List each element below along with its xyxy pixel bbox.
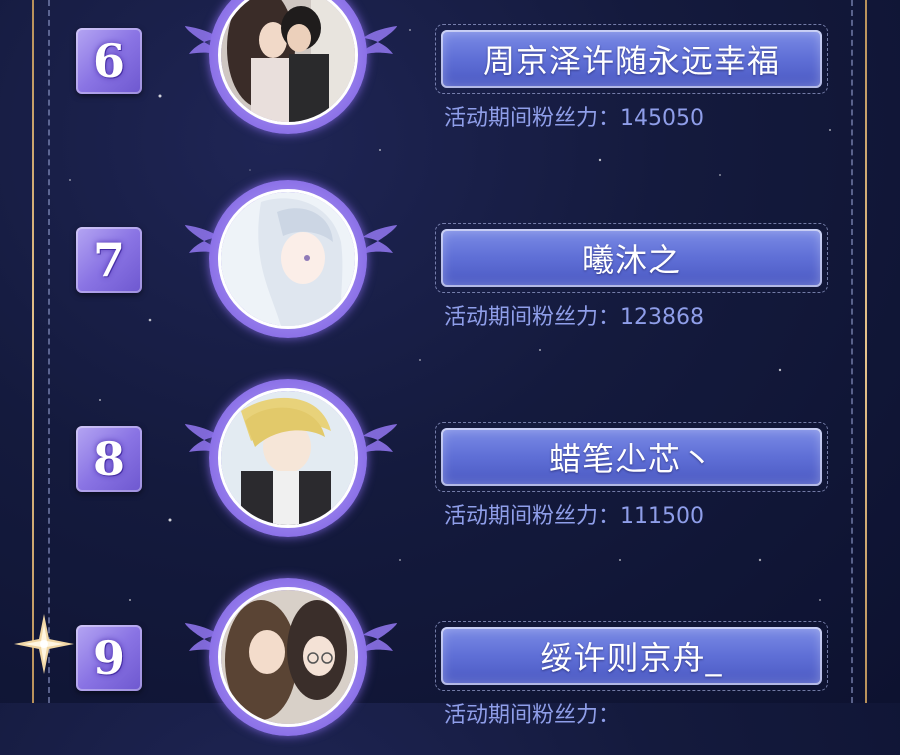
username-pill[interactable]: 曦沐之 xyxy=(441,229,822,287)
rank-number: 9 xyxy=(92,631,125,685)
avatar-frame xyxy=(185,0,397,148)
fans-power: 活动期间粉丝力：111500 xyxy=(444,498,704,530)
username-pill[interactable]: 周京泽许随永远幸福 xyxy=(441,30,822,88)
avatar[interactable] xyxy=(209,578,367,736)
fans-value: 111500 xyxy=(620,504,704,529)
fans-label: 活动期间粉丝力： xyxy=(444,305,621,330)
fans-label: 活动期间粉丝力： xyxy=(444,703,621,728)
avatar-frame xyxy=(185,379,397,546)
rank-badge: 7 xyxy=(76,227,142,293)
fans-power: 活动期间粉丝力： xyxy=(444,697,620,729)
rank-badge: 9 xyxy=(76,625,142,691)
fans-power: 活动期间粉丝力：123868 xyxy=(444,299,704,331)
rank-badge: 6 xyxy=(76,28,142,94)
avatar-image xyxy=(221,590,355,724)
fans-value: 123868 xyxy=(620,305,704,330)
fans-label: 活动期间粉丝力： xyxy=(444,106,621,131)
name-box: 周京泽许随永远幸福 xyxy=(435,24,828,94)
avatar[interactable] xyxy=(209,180,367,338)
avatar-image xyxy=(221,0,355,122)
username: 曦沐之 xyxy=(581,241,681,279)
fans-label: 活动期间粉丝力： xyxy=(444,504,621,529)
username-pill[interactable]: 蜡笔尐芯丶 xyxy=(441,428,822,486)
username: 蜡笔尐芯丶 xyxy=(548,440,714,478)
fans-power: 活动期间粉丝力：145050 xyxy=(444,100,704,132)
username: 周京泽许随永远幸福 xyxy=(482,42,780,80)
username: 绥许则京舟_ xyxy=(540,639,723,677)
rank-number: 8 xyxy=(92,432,125,486)
avatar[interactable] xyxy=(209,379,367,537)
ranking-row-6: 6 周京泽许随永远幸福 活动期间粉丝力：145050 xyxy=(0,0,900,158)
ranking-row-7: 7 曦沐之 活动期间粉丝力：123868 xyxy=(0,180,900,357)
fans-value: 145050 xyxy=(620,106,704,131)
avatar-frame xyxy=(185,180,397,347)
ranking-row-8: 8 蜡笔尐芯丶 活动期间粉丝力：111500 xyxy=(0,379,900,556)
rank-badge: 8 xyxy=(76,426,142,492)
avatar-frame xyxy=(185,578,397,745)
name-box: 绥许则京舟_ xyxy=(435,621,828,691)
avatar-image xyxy=(221,192,355,326)
four-point-star-icon xyxy=(14,614,74,674)
rank-number: 7 xyxy=(92,233,125,287)
name-box: 曦沐之 xyxy=(435,223,828,293)
rank-number: 6 xyxy=(92,34,125,88)
avatar-image xyxy=(221,391,355,525)
username-pill[interactable]: 绥许则京舟_ xyxy=(441,627,822,685)
name-box: 蜡笔尐芯丶 xyxy=(435,422,828,492)
ranking-row-9: 9 绥许则京舟_ 活动期间粉丝力： xyxy=(0,578,900,755)
